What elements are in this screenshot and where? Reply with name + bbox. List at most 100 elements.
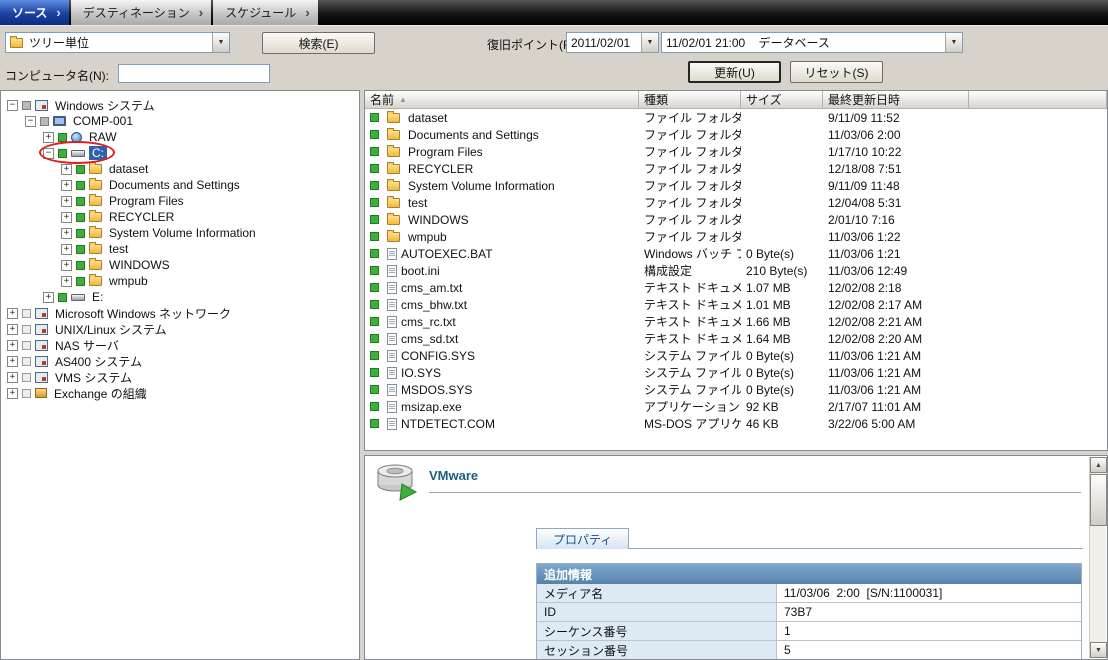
checkbox-icon[interactable] [370, 419, 379, 428]
scroll-down-icon[interactable]: ▼ [1090, 642, 1107, 658]
column-header[interactable]: サイズ [741, 91, 823, 109]
tab-properties[interactable]: プロパティ [536, 528, 629, 549]
file-row[interactable]: AUTOEXEC.BATWindows バッチ ファイ...0 Byte(s)1… [365, 245, 1107, 262]
checkbox-icon[interactable] [76, 277, 85, 286]
tree-item[interactable]: +WINDOWS [1, 257, 359, 273]
expand-icon[interactable]: + [7, 388, 18, 399]
expand-icon[interactable]: + [61, 196, 72, 207]
file-name[interactable]: MSDOS.SYS [401, 383, 472, 397]
file-row[interactable]: datasetファイル フォルダ9/11/09 11:52 [365, 109, 1107, 126]
checkbox-icon[interactable] [22, 341, 31, 350]
recovery-session-dropdown[interactable]: 11/02/01 21:00 データベース ▼ [661, 32, 963, 53]
file-name[interactable]: Documents and Settings [408, 128, 539, 142]
checkbox-icon[interactable] [370, 164, 379, 173]
tree-item[interactable]: +UNIX/Linux システム [1, 321, 359, 337]
checkbox-icon[interactable] [370, 249, 379, 258]
tree-item[interactable]: + Exchange の組織 [1, 385, 359, 401]
checkbox-icon[interactable] [370, 334, 379, 343]
expand-icon[interactable]: + [61, 180, 72, 191]
tree-item[interactable]: +E: [1, 289, 359, 305]
file-name[interactable]: Program Files [408, 145, 483, 159]
tree-item[interactable]: + test [1, 241, 359, 257]
expand-icon[interactable]: + [61, 228, 72, 239]
tree-item-label[interactable]: test [106, 242, 131, 256]
checkbox-icon[interactable] [22, 389, 31, 398]
checkbox-icon[interactable] [370, 351, 379, 360]
checkbox-icon[interactable] [58, 293, 67, 302]
collapse-icon[interactable]: − [7, 100, 18, 111]
checkbox-icon[interactable] [58, 149, 67, 158]
scroll-up-icon[interactable]: ▲ [1090, 457, 1107, 473]
tree-item[interactable]: + RECYCLER [1, 209, 359, 225]
expand-icon[interactable]: + [43, 132, 54, 143]
file-row[interactable]: msizap.exeアプリケーション92 KB2/17/07 11:01 AM [365, 398, 1107, 415]
expand-icon[interactable]: + [61, 212, 72, 223]
checkbox-icon[interactable] [76, 229, 85, 238]
checkbox-icon[interactable] [370, 317, 379, 326]
checkbox-icon[interactable] [22, 357, 31, 366]
file-name[interactable]: System Volume Information [408, 179, 555, 193]
checkbox-icon[interactable] [76, 245, 85, 254]
checkbox-icon[interactable] [370, 402, 379, 411]
file-name[interactable]: cms_sd.txt [401, 332, 458, 346]
file-row[interactable]: testファイル フォルダ12/04/08 5:31 [365, 194, 1107, 211]
checkbox-icon[interactable] [370, 300, 379, 309]
tree-item-label[interactable]: COMP-001 [70, 114, 136, 128]
checkbox-icon[interactable] [370, 283, 379, 292]
tree-item-label[interactable]: wmpub [106, 274, 151, 288]
checkbox-icon[interactable] [370, 215, 379, 224]
tree-item[interactable]: −COMP-001 [1, 113, 359, 129]
file-row[interactable]: Program Filesファイル フォルダ1/17/10 10:22 [365, 143, 1107, 160]
file-row[interactable]: IO.SYSシステム ファイル0 Byte(s)11/03/06 1:21 AM [365, 364, 1107, 381]
file-name[interactable]: AUTOEXEC.BAT [401, 247, 493, 261]
tree-item-label[interactable]: Exchange の組織 [51, 385, 150, 402]
scrollbar-thumb[interactable] [1090, 474, 1107, 526]
checkbox-icon[interactable] [76, 261, 85, 270]
checkbox-icon[interactable] [58, 133, 67, 142]
file-name[interactable]: cms_am.txt [401, 281, 462, 295]
expand-icon[interactable]: + [61, 164, 72, 175]
file-row[interactable]: WINDOWSファイル フォルダ2/01/10 7:16 [365, 211, 1107, 228]
file-name[interactable]: wmpub [408, 230, 447, 244]
recovery-date-dropdown[interactable]: 2011/02/01 ▼ [566, 32, 659, 53]
file-name[interactable]: dataset [408, 111, 447, 125]
file-row[interactable]: System Volume Informationファイル フォルダ9/11/0… [365, 177, 1107, 194]
checkbox-icon[interactable] [22, 325, 31, 334]
tree-item-label[interactable]: RAW [86, 130, 120, 144]
reset-button[interactable]: リセット(S) [790, 61, 883, 83]
tree-item-label[interactable]: C: [89, 146, 107, 160]
tree-item-label[interactable]: Microsoft Windows ネットワーク [52, 305, 234, 322]
checkbox-icon[interactable] [22, 373, 31, 382]
tree-item[interactable]: −C: [1, 145, 359, 161]
tree-item[interactable]: +dataset [1, 161, 359, 177]
tree-item-label[interactable]: RECYCLER [106, 210, 177, 224]
column-header[interactable]: 種類 [639, 91, 741, 109]
checkbox-icon[interactable] [22, 309, 31, 318]
tree-item-label[interactable]: Documents and Settings [106, 178, 243, 192]
file-row[interactable]: NTDETECT.COMMS-DOS アプリケーション46 KB3/22/06 … [365, 415, 1107, 432]
file-name[interactable]: test [408, 196, 427, 210]
tab-item[interactable]: デスティネーション› [71, 0, 211, 25]
tree-item[interactable]: + Microsoft Windows ネットワーク [1, 305, 359, 321]
expand-icon[interactable]: + [7, 356, 18, 367]
tree-item[interactable]: +System Volume Information [1, 225, 359, 241]
tab-active[interactable]: ソース› [0, 0, 69, 25]
tree-item[interactable]: +VMS システム [1, 369, 359, 385]
tree-item-label[interactable]: WINDOWS [106, 258, 173, 272]
tree-item-label[interactable]: E: [89, 290, 106, 304]
expand-icon[interactable]: + [61, 276, 72, 287]
file-row[interactable]: CONFIG.SYSシステム ファイル0 Byte(s)11/03/06 1:2… [365, 347, 1107, 364]
expand-icon[interactable]: + [7, 308, 18, 319]
tree-item-label[interactable]: UNIX/Linux システム [52, 321, 170, 338]
file-row[interactable]: boot.ini構成設定210 Byte(s)11/03/06 12:49 [365, 262, 1107, 279]
file-name[interactable]: msizap.exe [401, 400, 462, 414]
computer-name-input[interactable] [118, 64, 270, 83]
expand-icon[interactable]: + [61, 244, 72, 255]
tree-item[interactable]: +AS400 システム [1, 353, 359, 369]
file-row[interactable]: MSDOS.SYSシステム ファイル0 Byte(s)11/03/06 1:21… [365, 381, 1107, 398]
tree-item[interactable]: +NAS サーバ [1, 337, 359, 353]
file-row[interactable]: cms_rc.txtテキスト ドキュメント1.66 MB12/02/08 2:2… [365, 313, 1107, 330]
column-header[interactable]: 最終更新日時 [823, 91, 969, 109]
file-row[interactable]: wmpubファイル フォルダ11/03/06 1:22 [365, 228, 1107, 245]
checkbox-icon[interactable] [370, 181, 379, 190]
